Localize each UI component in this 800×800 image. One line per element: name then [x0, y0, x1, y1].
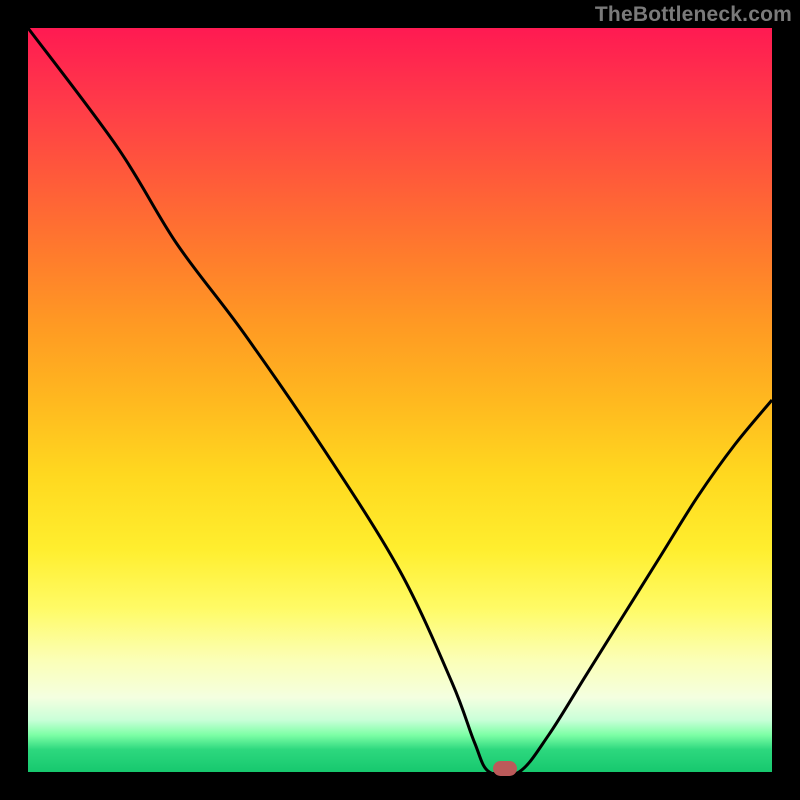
watermark-text: TheBottleneck.com: [595, 3, 792, 27]
chart-frame: TheBottleneck.com: [0, 0, 800, 800]
optimal-point-marker: [493, 761, 517, 776]
chart-curve-layer: [0, 0, 800, 800]
bottleneck-curve: [28, 28, 772, 776]
